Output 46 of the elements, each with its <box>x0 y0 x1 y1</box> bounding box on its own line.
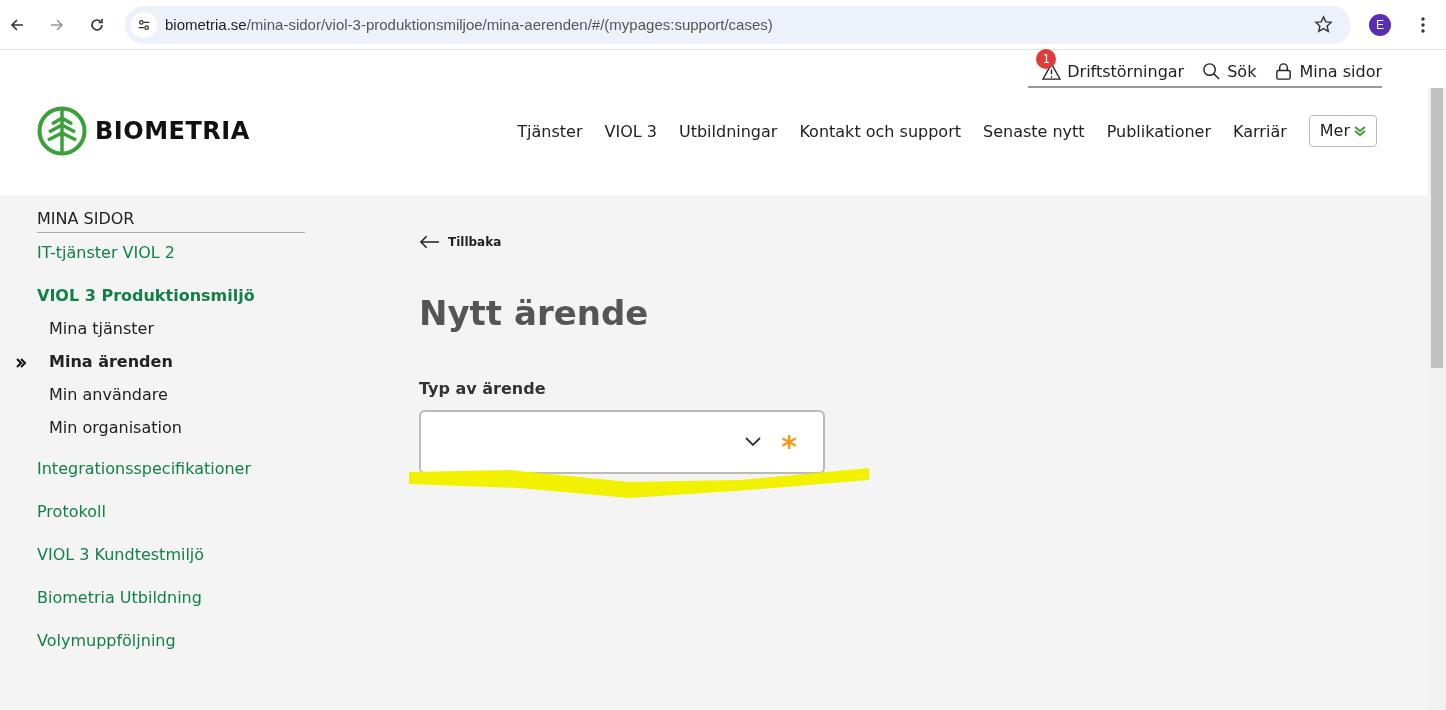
sidebar-link[interactable]: VIOL 3 Produktionsmiljö <box>37 284 305 307</box>
nav-link[interactable]: Utbildningar <box>678 121 778 141</box>
arrow-left-icon <box>419 235 440 249</box>
sidebar-link[interactable]: Protokoll <box>37 500 305 523</box>
scrollbar[interactable] <box>1428 88 1446 710</box>
nav-link[interactable]: Publikationer <box>1106 121 1212 141</box>
menu-icon[interactable] <box>1421 16 1425 33</box>
brand-wordmark: BIOMETRIA <box>95 117 250 145</box>
header-link[interactable]: 1 Driftstörningar <box>1036 52 1185 81</box>
sidebar-link[interactable]: IT-tjänster VIOL 2 <box>37 241 305 264</box>
lock-icon <box>1274 62 1294 81</box>
url-text: biometria.se/mina-sidor/viol-3-produktionsmiljoe/mina-aerenden/#/(mypages:support/cases) <box>165 16 774 33</box>
sidebar-sublink[interactable]: Mina tjänster <box>49 319 154 338</box>
sidebar-heading: MINA SIDOR <box>37 209 305 233</box>
field-label: Typ av ärende <box>419 379 546 398</box>
double-chevron-icon <box>15 357 27 369</box>
search-icon <box>1202 62 1222 81</box>
header-link[interactable]: Sök <box>1196 52 1257 81</box>
nav-link[interactable]: VIOL 3 <box>604 121 657 141</box>
nav-link[interactable]: Tjänster <box>517 121 583 141</box>
required-mark: * <box>781 428 797 462</box>
sidebar-link[interactable]: Volymuppföljning <box>37 629 305 652</box>
page-title: Nytt ärende <box>419 293 649 333</box>
notification-badge: 1 <box>1036 49 1057 69</box>
sidebar-link[interactable]: VIOL 3 Kundtestmiljö <box>37 543 305 566</box>
header-link[interactable]: Mina sidor <box>1268 52 1382 81</box>
back-link[interactable]: Tillbaka <box>419 235 502 249</box>
double-chevron-icon <box>1353 124 1367 137</box>
tree-logo-icon <box>37 106 87 156</box>
sidebar-sublink[interactable]: Mina ärenden <box>49 352 173 371</box>
forward-icon[interactable] <box>49 16 65 33</box>
address-bar[interactable]: biometria.se/mina-sidor/viol-3-produktionsmiljoe/mina-aerenden/#/(mypages:support/cases) <box>125 5 1351 44</box>
sidebar-sublink[interactable]: Min användare <box>49 385 168 404</box>
sidebar-link[interactable]: Integrationsspecifikationer <box>37 457 305 480</box>
nav-link[interactable]: Karriär <box>1233 121 1287 141</box>
nav-link[interactable]: Kontakt och support <box>799 121 961 141</box>
site-settings-icon[interactable] <box>137 17 151 32</box>
sidebar-sublink[interactable]: Min organisation <box>49 418 182 437</box>
nav-link[interactable]: Senaste nytt <box>983 121 1085 141</box>
more-button[interactable]: Mer <box>1308 115 1377 147</box>
back-icon[interactable] <box>9 16 25 33</box>
profile-avatar[interactable]: E <box>1369 13 1391 36</box>
star-icon[interactable] <box>1314 15 1333 34</box>
reload-icon[interactable] <box>89 16 105 33</box>
chevron-down-icon <box>745 437 762 447</box>
sidebar-link[interactable]: Biometria Utbildning <box>37 586 305 609</box>
